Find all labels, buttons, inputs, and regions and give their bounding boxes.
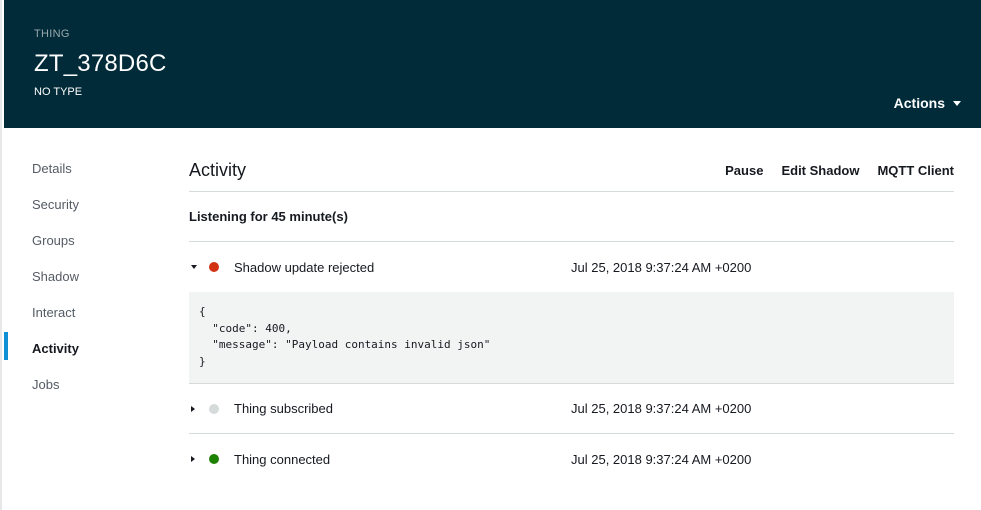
event-payload: { "code": 400, "message": "Payload conta… [189, 292, 954, 384]
caret-down-icon [953, 100, 961, 106]
section-title: Activity [189, 160, 247, 180]
sidebar-item-activity[interactable]: Activity [4, 330, 164, 366]
actions-label: Actions [893, 95, 945, 111]
event-timestamp: Jul 25, 2018 9:37:24 AM +0200 [571, 401, 752, 416]
thing-type-label: NO TYPE [34, 86, 83, 98]
expand-toggle[interactable] [189, 405, 209, 412]
sidebar-item-groups[interactable]: Groups [4, 222, 164, 258]
app-frame: THING ZT_378D6C NO TYPE Actions Details … [0, 0, 981, 510]
sidebar-item-label: Security [32, 196, 79, 212]
sidebar-item-label: Activity [32, 340, 79, 356]
sidebar-nav: Details Security Groups Shadow Interact … [4, 150, 164, 402]
caret-down-icon [191, 265, 197, 269]
event-label: Thing subscribed [234, 401, 333, 416]
collapse-toggle[interactable] [189, 265, 209, 269]
sidebar-item-security[interactable]: Security [4, 186, 164, 222]
sidebar-item-interact[interactable]: Interact [4, 294, 164, 330]
edit-shadow-button[interactable]: Edit Shadow [781, 163, 859, 178]
sidebar-item-label: Jobs [32, 376, 60, 392]
pause-button[interactable]: Pause [725, 163, 763, 178]
event-timestamp: Jul 25, 2018 9:37:24 AM +0200 [571, 451, 752, 467]
actions-dropdown[interactable]: Actions [894, 95, 961, 111]
sidebar-item-label: Interact [32, 304, 76, 320]
expand-toggle[interactable] [189, 456, 209, 462]
caret-right-icon [191, 405, 195, 412]
section-actions: Pause Edit Shadow MQTT Client [725, 163, 954, 178]
activity-event[interactable]: Shadow update rejected Jul 25, 2018 9:37… [189, 242, 954, 292]
sidebar-item-label: Details [32, 160, 72, 176]
activity-event[interactable]: Thing connected Jul 25, 2018 9:37:24 AM … [189, 434, 954, 484]
page-header: THING ZT_378D6C NO TYPE Actions [4, 0, 981, 128]
status-dot-icon [209, 454, 219, 464]
caret-right-icon [191, 456, 195, 462]
status-dot-icon [209, 403, 219, 414]
resource-type-label: THING [34, 28, 70, 40]
mqtt-client-button[interactable]: MQTT Client [877, 163, 954, 178]
sidebar-item-label: Shadow [32, 268, 79, 284]
sidebar-item-jobs[interactable]: Jobs [4, 366, 164, 402]
section-header: Activity Pause Edit Shadow MQTT Client [189, 150, 954, 192]
sidebar-item-details[interactable]: Details [4, 150, 164, 186]
event-label: Thing connected [234, 451, 331, 467]
activity-event[interactable]: Thing subscribed Jul 25, 2018 9:37:24 AM… [189, 384, 954, 434]
main-content: Activity Pause Edit Shadow MQTT Client L… [189, 150, 954, 484]
sidebar-item-label: Groups [32, 232, 75, 248]
event-label: Shadow update rejected [234, 259, 375, 275]
sidebar-item-shadow[interactable]: Shadow [4, 258, 164, 294]
listening-status: Listening for 45 minute(s) [189, 192, 954, 242]
event-timestamp: Jul 25, 2018 9:37:24 AM +0200 [571, 259, 752, 275]
status-dot-icon [209, 262, 219, 272]
page-title: ZT_378D6C [34, 50, 167, 77]
